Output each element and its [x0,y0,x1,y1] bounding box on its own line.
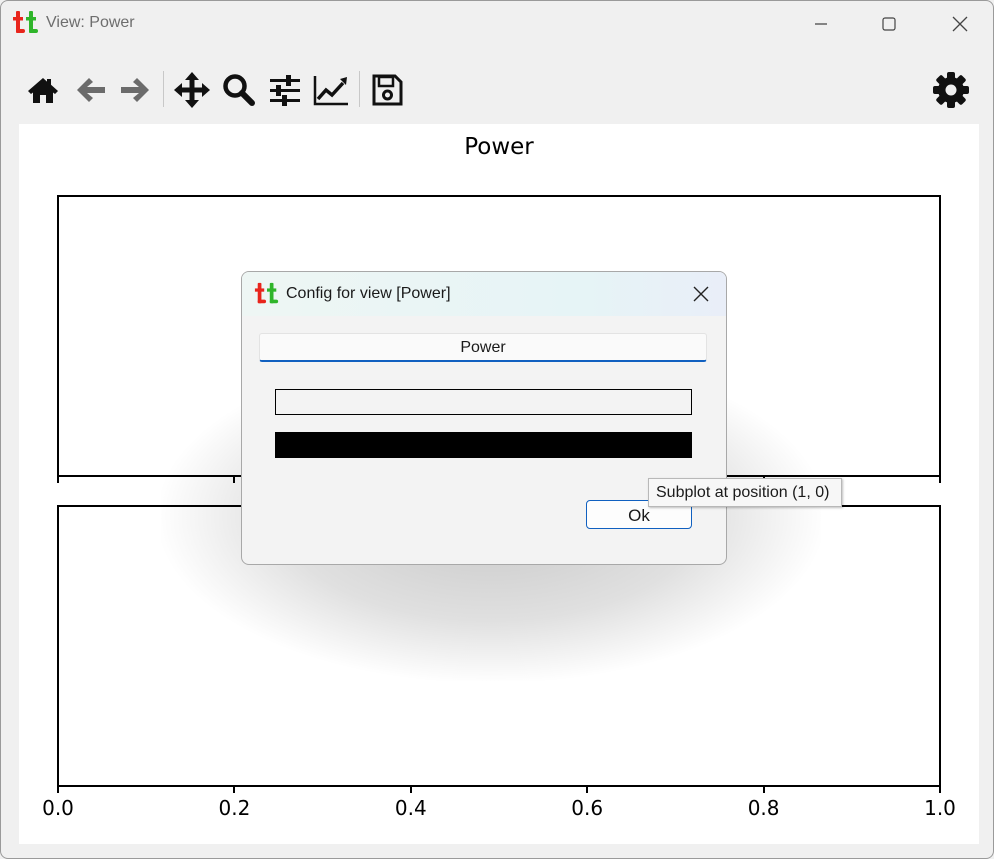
subplot-slot-top[interactable] [275,389,692,415]
back-button[interactable] [71,70,111,110]
minimize-icon [815,23,827,25]
x-tick-bottom [57,787,59,793]
tt-logo-icon [254,281,280,307]
x-tick-bottom [586,787,589,793]
back-arrow-icon [77,78,105,102]
x-tick-bottom [939,787,941,793]
view-name-input[interactable]: Power [259,333,707,362]
maximize-icon [882,17,896,31]
dialog-title-bar[interactable]: Config for view [Power] [242,272,726,316]
x-tick-label: 1.0 [924,796,956,820]
navigation-toolbar [1,61,993,119]
forward-arrow-icon [121,78,149,102]
gear-icon [933,72,969,108]
subplots-config-button[interactable] [265,70,305,110]
axes-edit-button[interactable] [311,70,351,110]
settings-button[interactable] [931,70,971,110]
save-button[interactable] [367,70,407,110]
dialog-title: Config for view [Power] [286,285,451,302]
x-tick-top [57,477,59,483]
zoom-button[interactable] [219,70,259,110]
x-tick-label: 0.2 [218,796,251,820]
toolbar-separator [359,71,360,107]
figure-title: Power [464,134,534,160]
config-dialog: Config for view [Power] Power Ok [241,271,727,565]
axes-edit-icon [313,76,348,106]
toolbar-separator [163,71,164,107]
close-button[interactable] [938,7,982,41]
app-window: View: Power Power 0.0 0.2 0.4 0.6 0.8 1.… [0,0,994,859]
pan-icon [174,72,210,108]
dialog-close-button[interactable] [686,280,716,308]
maximize-button[interactable] [867,7,911,41]
window-title: View: Power [46,14,135,31]
pan-button[interactable] [172,70,212,110]
x-tick-bottom [409,787,412,793]
home-button[interactable] [23,70,63,110]
x-tick-bottom [762,787,765,793]
x-tick-label: 0.8 [747,796,780,820]
save-icon [372,74,403,106]
subplots-config-icon [270,75,300,106]
x-tick-label: 0.4 [394,796,427,820]
forward-button[interactable] [115,70,155,110]
close-icon [693,286,709,302]
subplot-tooltip: Subplot at position (1, 0) [648,478,843,507]
title-bar[interactable]: View: Power [1,1,993,47]
x-tick-top [939,477,941,483]
minimize-button[interactable] [799,7,843,41]
close-icon [952,16,968,32]
x-tick-bottom [233,787,236,793]
x-tick-label: 0.6 [571,796,604,820]
tt-logo-icon [13,9,39,37]
x-tick-label: 0.0 [42,796,74,820]
home-icon [28,78,58,103]
subplot-slot-bottom[interactable] [275,432,692,458]
zoom-icon [223,74,255,106]
